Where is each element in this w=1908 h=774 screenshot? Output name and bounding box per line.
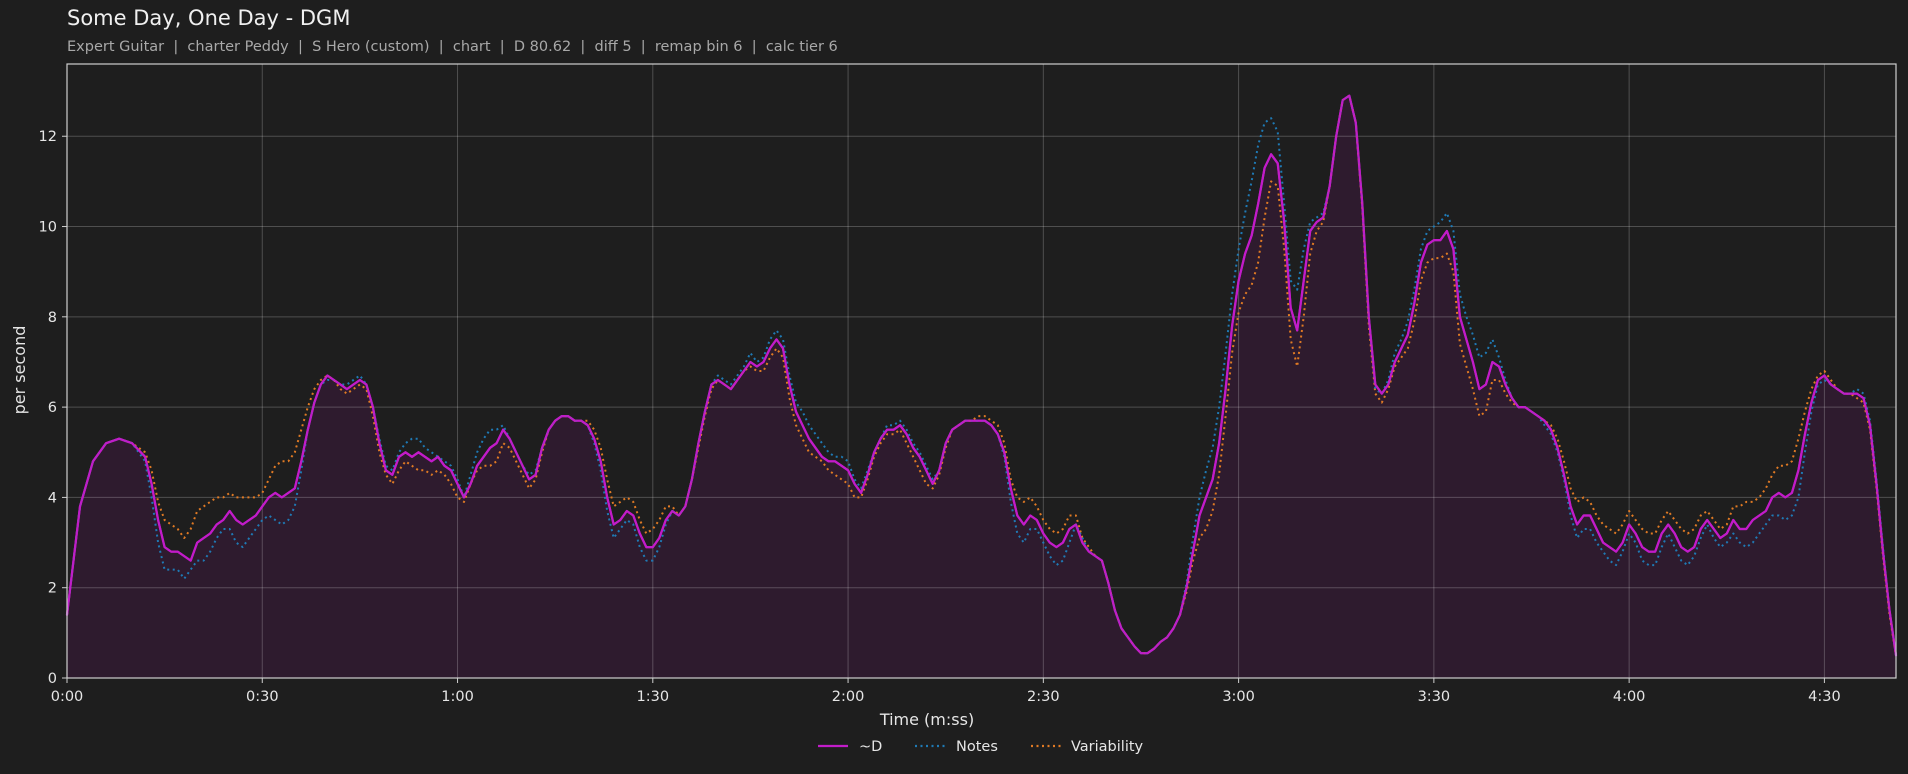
legend-label: Variability <box>1071 739 1144 755</box>
x-tick-label: 1:00 <box>441 689 474 705</box>
y-ticks: 0 2 4 6 8 10 12 <box>39 129 67 687</box>
x-tick-label: 2:30 <box>1027 689 1060 705</box>
y-tick-label: 6 <box>48 400 57 416</box>
x-axis-label: Time (m:ss) <box>879 710 974 729</box>
y-tick-label: 0 <box>48 671 57 687</box>
x-tick-label: 3:00 <box>1222 689 1255 705</box>
x-tick-label: 2:00 <box>832 689 865 705</box>
x-tick-label: 3:30 <box>1418 689 1451 705</box>
chart-svg: 0:00 0:30 1:00 1:30 2:00 2:30 3:00 3:30 4:00 4:30… <box>10 63 1898 755</box>
x-tick-label: 1:30 <box>637 689 670 705</box>
legend-label: ~D <box>859 739 882 755</box>
x-tick-label: 0:00 <box>51 689 84 705</box>
legend-item: ~D <box>818 739 882 755</box>
x-ticks: 0:00 0:30 1:00 1:30 2:00 2:30 3:00 3:30 4:00 4:30 <box>51 678 1841 705</box>
x-tick-label: 0:30 <box>246 689 279 705</box>
legend-label: Notes <box>956 739 998 755</box>
y-tick-label: 12 <box>39 129 57 145</box>
x-tick-label: 4:30 <box>1808 689 1841 705</box>
plot-area <box>65 63 1898 679</box>
x-tick-label: 4:00 <box>1613 689 1646 705</box>
legend: ~D Notes Variability <box>818 739 1144 755</box>
y-tick-label: 4 <box>48 490 57 506</box>
legend-item: Notes <box>915 739 998 755</box>
legend-item: Variability <box>1031 739 1144 755</box>
y-tick-label: 8 <box>48 310 57 326</box>
y-tick-label: 10 <box>39 220 57 236</box>
y-tick-label: 2 <box>48 581 57 597</box>
y-axis-label: per second <box>10 326 29 415</box>
